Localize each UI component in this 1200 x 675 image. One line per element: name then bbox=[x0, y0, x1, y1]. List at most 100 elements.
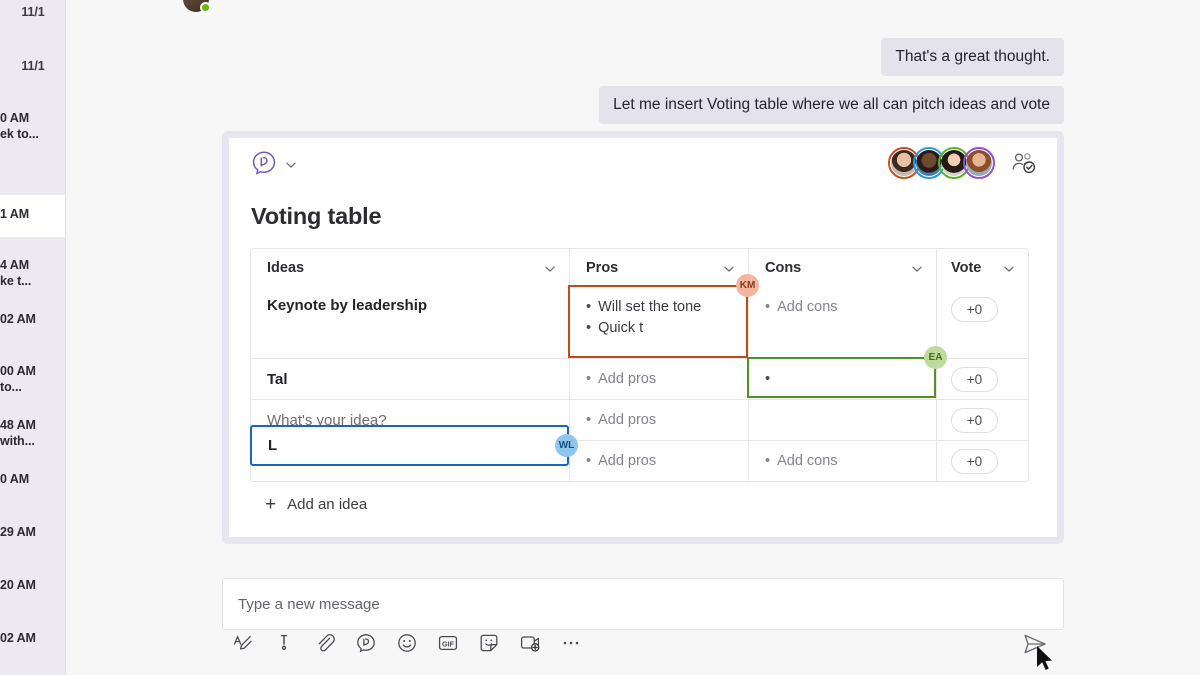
idea-text: Keynote by leadership bbox=[267, 297, 427, 314]
collaborator-badge-wl: WL bbox=[555, 434, 578, 457]
important-icon[interactable] bbox=[273, 632, 295, 654]
pros-cell[interactable]: • Add pros bbox=[569, 400, 748, 440]
compose-toolbar[interactable]: GIF bbox=[232, 632, 582, 654]
cons-cell[interactable]: •Add cons bbox=[748, 286, 936, 358]
chat-preview: ek to... bbox=[0, 126, 66, 142]
chat-list-item[interactable]: 02 AM bbox=[0, 630, 66, 648]
svg-text:GIF: GIF bbox=[442, 639, 455, 648]
chat-list-item[interactable]: 0 AMek to... bbox=[0, 110, 66, 144]
collaborator-badge-ea: EA bbox=[924, 346, 947, 369]
chevron-down-icon[interactable] bbox=[723, 262, 735, 274]
mouse-cursor-icon bbox=[1036, 645, 1056, 675]
chat-list-item[interactable]: 20 AM bbox=[0, 577, 66, 595]
chat-list-item[interactable]: 1 AM bbox=[0, 195, 66, 237]
vote-cell[interactable]: +0 bbox=[936, 286, 1028, 358]
chat-list-sidebar[interactable]: 11/111/10 AMek to...1 AM4 AMke t...02 AM… bbox=[0, 0, 66, 675]
idea-input-active[interactable]: L bbox=[250, 425, 569, 466]
add-idea-button[interactable]: + Add an idea bbox=[265, 496, 367, 513]
meeting-icon[interactable] bbox=[519, 632, 541, 654]
chat-date-separator: 11/1 bbox=[0, 58, 66, 76]
column-header-cons[interactable]: Cons bbox=[748, 249, 936, 286]
avatar[interactable] bbox=[963, 147, 995, 179]
message-bubble: Let me insert Voting table where we all … bbox=[599, 86, 1064, 124]
vote-cell[interactable]: +0 bbox=[936, 400, 1028, 440]
chat-list-item[interactable]: 0 AM bbox=[0, 471, 66, 489]
bullet-icon: • bbox=[586, 371, 591, 387]
pros-cell[interactable]: •Will set the tone•Quick t bbox=[569, 286, 748, 358]
pros-item: • Add pros bbox=[586, 410, 656, 431]
add-idea-label: Add an idea bbox=[287, 496, 367, 513]
loop-icon[interactable] bbox=[251, 150, 277, 176]
chat-preview: with... bbox=[0, 433, 66, 449]
table-row[interactable]: Keynote by leadership•Will set the tone•… bbox=[251, 286, 1028, 358]
idea-text: Tal bbox=[267, 371, 288, 388]
date-label: 11/1 bbox=[0, 58, 66, 74]
message-input-placeholder[interactable]: Type a new message bbox=[238, 596, 380, 613]
chat-timestamp: 02 AM bbox=[0, 311, 66, 327]
bullet-icon: • bbox=[765, 371, 770, 387]
chat-timestamp: 29 AM bbox=[0, 524, 66, 540]
chat-timestamp: 0 AM bbox=[0, 110, 66, 126]
pros-cell[interactable]: • Add pros bbox=[569, 359, 748, 399]
ideas-cell[interactable]: Keynote by leadership bbox=[251, 286, 569, 358]
gif-icon[interactable]: GIF bbox=[437, 632, 459, 654]
date-label: 11/1 bbox=[0, 4, 66, 20]
vote-button[interactable]: +0 bbox=[951, 297, 998, 322]
chat-timestamp: 48 AM bbox=[0, 417, 66, 433]
cons-cell[interactable]: • bbox=[748, 359, 936, 399]
people-check-icon[interactable] bbox=[1011, 152, 1037, 174]
chat-list-item[interactable]: 29 AM bbox=[0, 524, 66, 542]
emoji-icon[interactable] bbox=[396, 632, 418, 654]
pros-item-label: Add pros bbox=[598, 412, 656, 428]
format-icon[interactable] bbox=[232, 632, 254, 654]
vote-cell[interactable]: +0 bbox=[936, 359, 1028, 399]
column-header-vote[interactable]: Vote bbox=[936, 249, 1028, 286]
table-row[interactable]: Tal • Add pros • +0 bbox=[251, 358, 1028, 399]
bullet-icon: • bbox=[586, 320, 591, 336]
pros-item: •Quick t bbox=[586, 318, 701, 339]
chat-preview: ke t... bbox=[0, 273, 66, 289]
vote-cell[interactable]: +0 bbox=[936, 441, 1028, 481]
column-header-pros[interactable]: Pros bbox=[569, 249, 748, 286]
chat-list-item[interactable]: 48 AMwith... bbox=[0, 417, 66, 451]
app-root: 11/111/10 AMek to...1 AM4 AMke t...02 AM… bbox=[0, 0, 1200, 675]
message-compose-box[interactable]: Type a new message bbox=[222, 578, 1064, 630]
bullet-icon: • bbox=[765, 453, 770, 469]
pros-item: •Will set the tone bbox=[586, 297, 701, 318]
vote-button[interactable]: +0 bbox=[951, 408, 998, 433]
bullet-icon: • bbox=[586, 453, 591, 469]
chat-list-item[interactable]: 02 AM bbox=[0, 311, 66, 329]
chat-timestamp: 4 AM bbox=[0, 257, 66, 273]
chat-timestamp: 1 AM bbox=[0, 206, 66, 222]
chevron-down-icon[interactable] bbox=[911, 262, 923, 274]
column-header-ideas[interactable]: Ideas bbox=[251, 249, 569, 286]
vote-button[interactable]: +0 bbox=[951, 367, 998, 392]
vote-button[interactable]: +0 bbox=[951, 449, 998, 474]
chevron-down-icon[interactable] bbox=[544, 262, 556, 274]
more-options-icon[interactable] bbox=[560, 632, 582, 654]
page-title: Voting table bbox=[251, 203, 381, 230]
chevron-down-icon[interactable] bbox=[285, 158, 297, 170]
ideas-cell[interactable]: Tal bbox=[251, 359, 569, 399]
chat-timestamp: 20 AM bbox=[0, 577, 66, 593]
pros-cell[interactable]: •Add pros bbox=[569, 441, 748, 481]
avatar bbox=[183, 0, 209, 12]
attach-icon[interactable] bbox=[314, 632, 336, 654]
collaborator-badge-km: KM bbox=[736, 274, 759, 297]
collaborator-avatars[interactable] bbox=[888, 147, 995, 181]
cons-item: •Add cons bbox=[765, 451, 838, 472]
chevron-down-icon[interactable] bbox=[1003, 262, 1015, 274]
voting-table[interactable]: Ideas Pros Cons bbox=[250, 248, 1029, 482]
plus-icon: + bbox=[265, 498, 276, 512]
cons-cell[interactable]: •Add cons bbox=[748, 441, 936, 481]
pros-item-label: Add pros bbox=[598, 371, 656, 387]
chat-list-item[interactable]: 00 AMto... bbox=[0, 363, 66, 397]
chat-timestamp: 00 AM bbox=[0, 363, 66, 379]
cons-cell[interactable] bbox=[748, 400, 936, 440]
loop-component-card[interactable]: Voting table Ideas Pros bbox=[222, 131, 1064, 544]
loop-component-icon[interactable] bbox=[355, 632, 377, 654]
sticker-icon[interactable] bbox=[478, 632, 500, 654]
pros-item: •Add pros bbox=[586, 451, 656, 472]
bullet-icon: • bbox=[586, 412, 591, 428]
chat-list-item[interactable]: 4 AMke t... bbox=[0, 257, 66, 291]
